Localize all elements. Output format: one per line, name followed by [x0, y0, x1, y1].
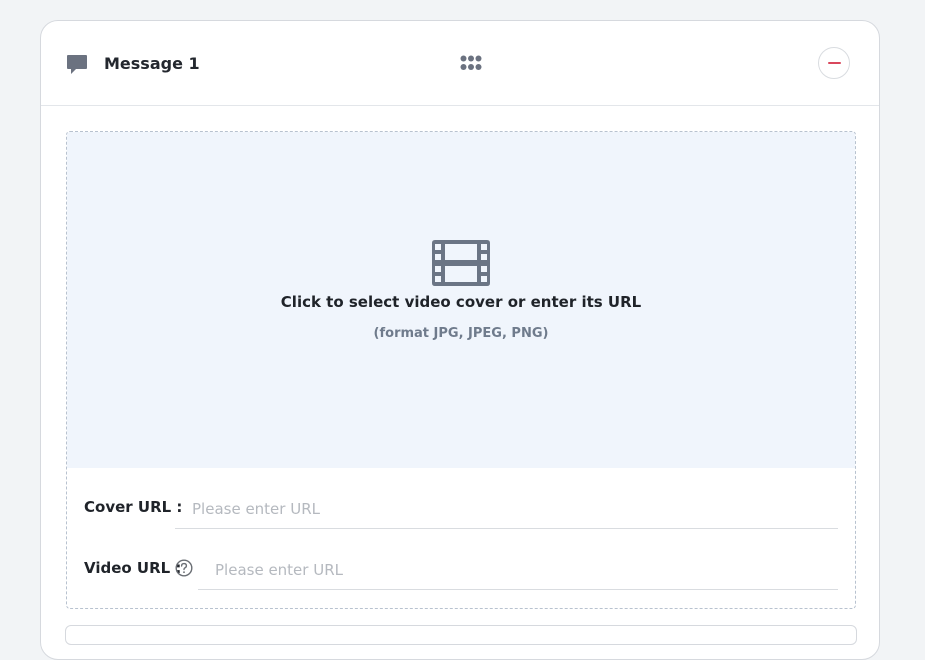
message-card-header: Message 1: [41, 21, 879, 106]
video-url-input[interactable]: [198, 550, 838, 590]
drop-zone-title: Click to select video cover or enter its…: [280, 293, 642, 311]
format-hint: (format JPG, JPEG, PNG): [373, 326, 549, 341]
message-card: Message 1 Click to select video cover or…: [40, 20, 880, 660]
question-circle-icon[interactable]: [175, 559, 193, 577]
grip-dots-icon[interactable]: [460, 55, 482, 71]
cover-url-label: Cover URL :: [84, 498, 183, 516]
video-url-label: Video URL :: [84, 559, 182, 577]
chat-bubble-icon: [67, 55, 87, 74]
video-cover-upload: Click to select video cover or enter its…: [66, 131, 856, 609]
cover-drop-zone[interactable]: Click to select video cover or enter its…: [67, 132, 855, 468]
remove-message-button[interactable]: [818, 47, 850, 79]
film-icon: [432, 240, 490, 286]
minus-circle-icon: [827, 62, 841, 64]
cover-url-input[interactable]: [175, 489, 838, 529]
message-title: Message 1: [104, 54, 200, 73]
next-message-card: [65, 625, 857, 645]
